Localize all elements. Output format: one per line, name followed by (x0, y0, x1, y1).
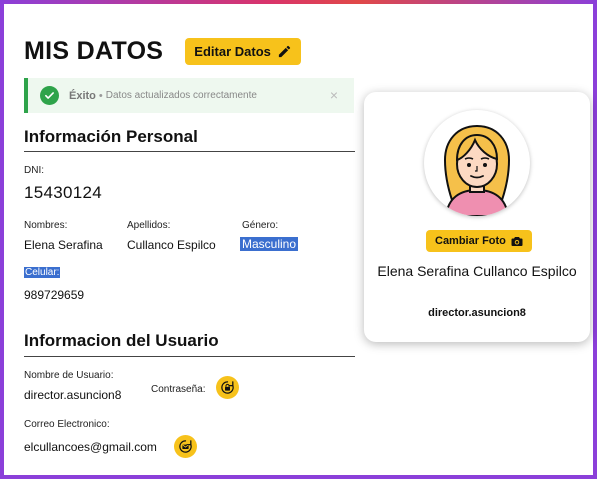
change-email-button[interactable] (174, 435, 197, 458)
names-label: Nombres: (24, 220, 68, 231)
phone-label-wrap: Celular: (24, 267, 61, 278)
divider (24, 356, 355, 357)
profile-full-name: Elena Serafina Cullanco Espilco (377, 263, 577, 279)
pencil-icon (278, 45, 291, 57)
alert-message: Datos actualizados correctamente (105, 90, 257, 101)
email-value: elcullancoes@gmail.com (24, 440, 157, 454)
alert-title: Éxito (69, 89, 96, 102)
phone-label: Celular: (24, 267, 61, 278)
gender-value: Masculino (240, 237, 299, 251)
lock-reset-icon (221, 381, 234, 394)
divider (24, 151, 355, 152)
phone-value: 989729659 (24, 288, 85, 302)
alert-separator: • (98, 89, 103, 102)
gender-label: Género: (242, 220, 279, 231)
username-value: director.asuncion8 (24, 388, 122, 402)
profile-username: director.asuncion8 (428, 307, 526, 319)
check-circle-icon (40, 86, 59, 105)
profile-details-panel: MIS DATOS Editar Datos Éxito • Datos act… (24, 34, 356, 458)
header-row: MIS DATOS Editar Datos (24, 34, 356, 68)
camera-icon (511, 236, 523, 246)
gender-value-wrap: Masculino (240, 237, 299, 251)
avatar (424, 110, 530, 216)
names-value: Elena Serafina (24, 238, 103, 252)
change-photo-button[interactable]: Cambiar Foto (426, 230, 532, 252)
change-photo-label: Cambiar Foto (435, 235, 506, 247)
surnames-label: Apellidos: (127, 220, 171, 231)
email-label: Correo Electronico: (24, 419, 110, 430)
user-info-heading: Informacion del Usuario (24, 331, 219, 350)
edit-data-label: Editar Datos (194, 43, 271, 59)
email-reset-icon (179, 440, 192, 453)
page-title: MIS DATOS (24, 36, 164, 65)
change-password-button[interactable] (216, 376, 239, 399)
edit-data-button[interactable]: Editar Datos (185, 37, 301, 65)
close-icon[interactable]: × (330, 87, 338, 103)
personal-info-heading: Información Personal (24, 127, 198, 146)
username-label: Nombre de Usuario: (24, 370, 114, 381)
user-avatar-image (443, 124, 511, 216)
success-alert: Éxito • Datos actualizados correctamente… (24, 78, 354, 113)
dni-label: DNI: (24, 165, 44, 176)
profile-card: Cambiar Foto Elena Serafina Cullanco Esp… (364, 92, 590, 342)
surnames-value: Cullanco Espilco (127, 238, 216, 252)
dni-value: 15430124 (24, 183, 103, 202)
password-label: Contraseña: (151, 384, 206, 395)
